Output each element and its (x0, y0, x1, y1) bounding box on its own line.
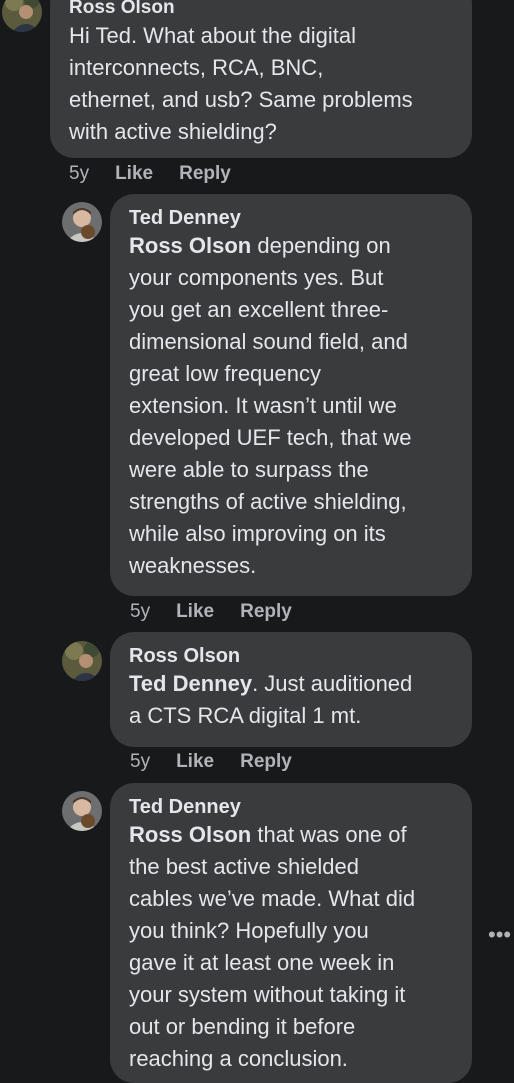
avatar[interactable] (62, 202, 102, 242)
avatar[interactable] (2, 0, 42, 32)
comment-text: Ted Denney. Just auditioned a CTS RCA di… (129, 671, 413, 728)
more-options-icon[interactable]: ••• (488, 924, 514, 946)
comment-actions: 5y Like Reply (130, 750, 292, 774)
user-photo-icon (2, 0, 42, 32)
like-button[interactable]: Like (115, 162, 153, 186)
comment-author[interactable]: Ross Olson (69, 0, 454, 20)
comment-bubble: Ted Denney Ross Olson depending on your … (110, 194, 472, 596)
comment-bubble: Ross Olson Ted Denney. Just auditioned a… (110, 632, 472, 747)
reply-button[interactable]: Reply (240, 600, 292, 624)
comment-text: Hi Ted. What about the digital interconn… (69, 23, 413, 144)
user-photo-icon (62, 791, 102, 831)
comment-text: Ross Olson depending on your components … (129, 233, 412, 578)
comment-text: Ross Olson that was one of the best acti… (129, 822, 416, 1071)
comment-author[interactable]: Ross Olson (129, 644, 454, 668)
mention-link[interactable]: Ross Olson (129, 233, 251, 258)
comment-author[interactable]: Ted Denney (129, 795, 454, 819)
comment-bubble: Ted Denney Ross Olson that was one of th… (110, 783, 472, 1083)
reply-button[interactable]: Reply (240, 750, 292, 774)
like-button[interactable]: Like (176, 750, 214, 774)
user-photo-icon (62, 202, 102, 242)
avatar[interactable] (62, 791, 102, 831)
comment-author[interactable]: Ted Denney (129, 206, 454, 230)
like-button[interactable]: Like (176, 600, 214, 624)
comment-actions: 5y Like Reply (130, 600, 292, 624)
reply-button[interactable]: Reply (179, 162, 231, 186)
comment-bubble: Ross Olson Hi Ted. What about the digita… (50, 0, 472, 158)
mention-link[interactable]: Ted Denney (129, 671, 252, 696)
comment-timestamp[interactable]: 5y (130, 750, 150, 774)
comment-actions: 5y Like Reply (69, 162, 231, 186)
comment-timestamp[interactable]: 5y (69, 162, 89, 186)
user-photo-icon (62, 641, 102, 681)
comment-timestamp[interactable]: 5y (130, 600, 150, 624)
avatar[interactable] (62, 641, 102, 681)
mention-link[interactable]: Ross Olson (129, 822, 251, 847)
